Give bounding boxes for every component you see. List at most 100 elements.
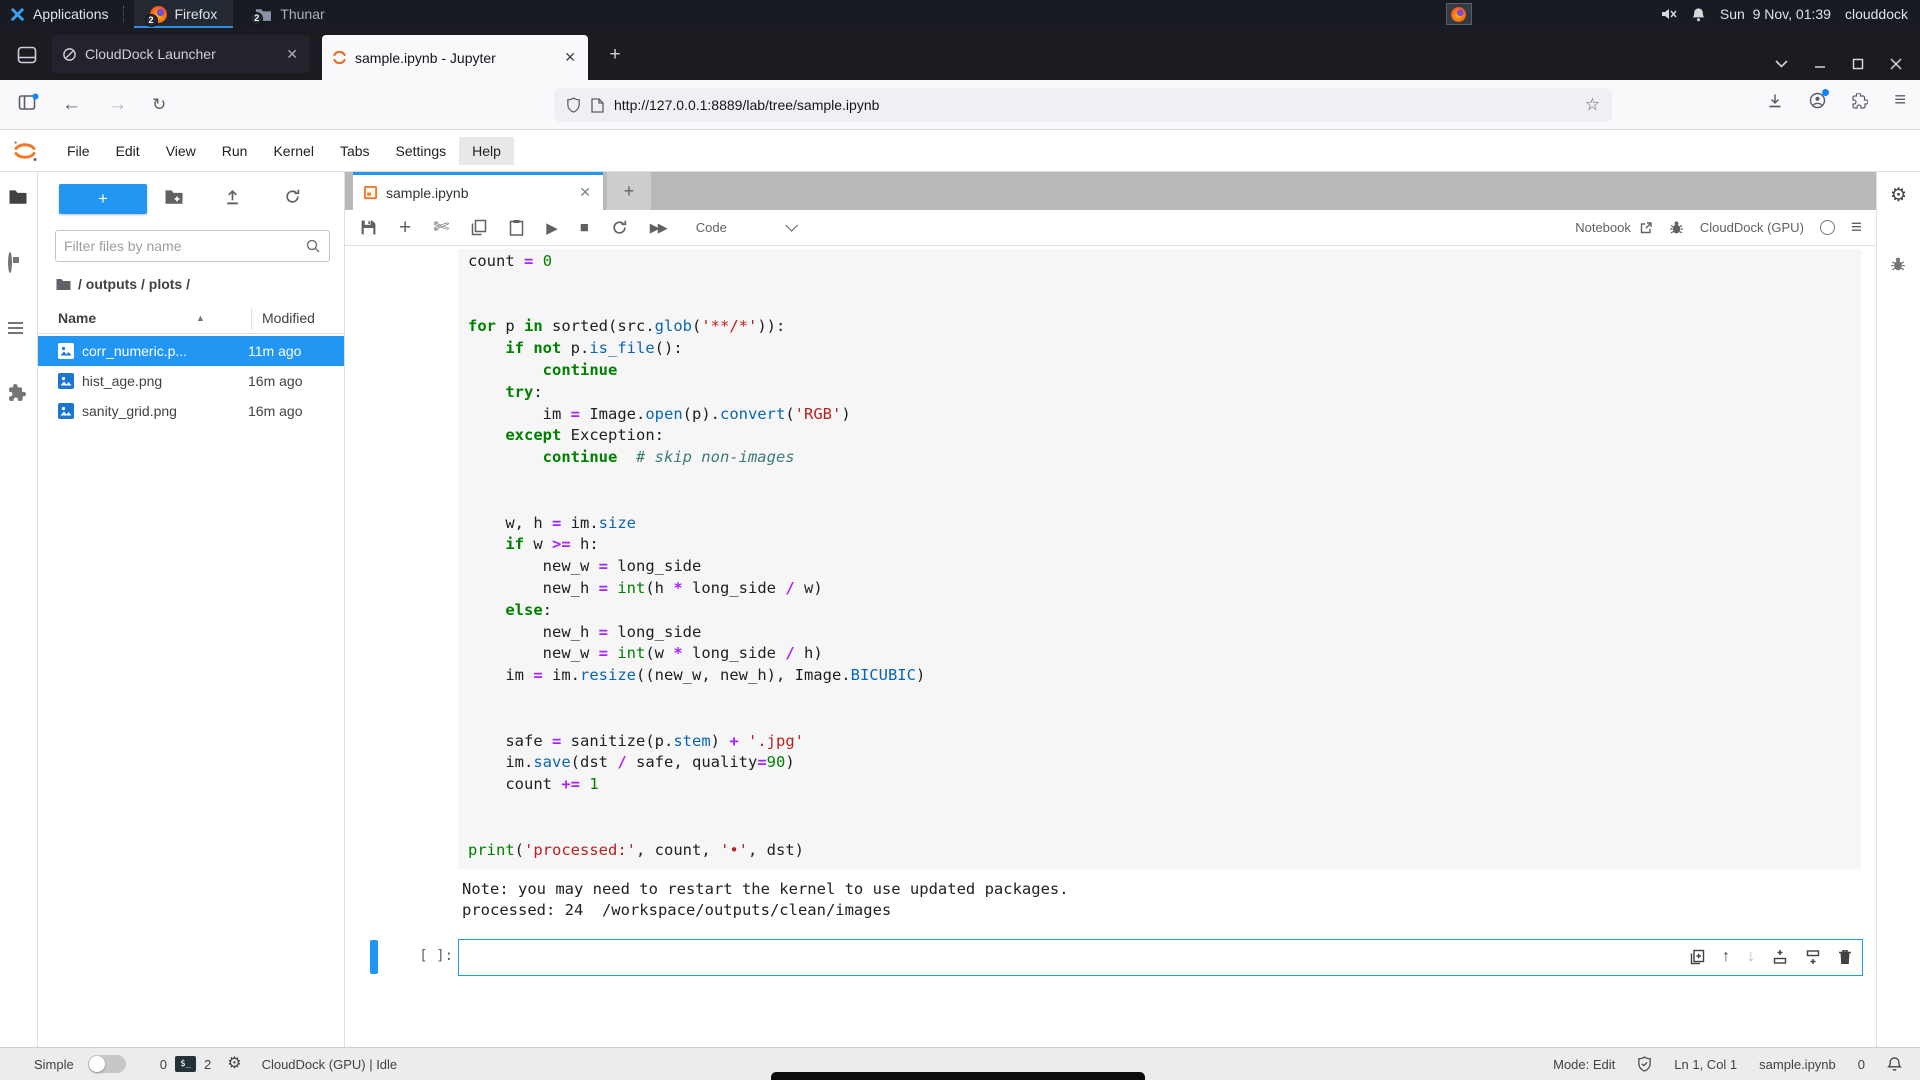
extension-manager-tab-icon[interactable] (8, 384, 26, 402)
table-of-contents-tab-icon[interactable] (8, 322, 23, 337)
restart-run-all-icon[interactable]: ▶▶ (650, 220, 666, 236)
external-link-icon[interactable] (1639, 221, 1653, 235)
list-tabs-chevron-icon[interactable] (1775, 60, 1788, 68)
notebook-mode-label[interactable]: Notebook (1575, 220, 1631, 235)
firefox-view-button[interactable] (10, 38, 44, 72)
notifications-bell-icon[interactable] (1691, 7, 1706, 22)
clock[interactable]: Sun 9 Nov, 01:39 (1720, 6, 1831, 22)
empty-cell-input[interactable]: ↑ ↓ (458, 939, 1863, 976)
running-kernels-tab-icon[interactable] (8, 254, 12, 272)
tab-clouddock-launcher[interactable]: CloudDock Launcher ✕ (52, 35, 310, 73)
kernel-count[interactable]: 2 (204, 1057, 211, 1072)
paste-cells-icon[interactable] (509, 219, 524, 236)
tray-firefox-icon[interactable] (1446, 3, 1472, 25)
terminal-count[interactable]: 0 (160, 1057, 167, 1072)
new-document-tab-button[interactable]: + (607, 172, 651, 210)
debugger-sidebar-icon[interactable] (1890, 256, 1906, 272)
shield-icon[interactable] (566, 97, 581, 113)
reload-button[interactable]: ↻ (152, 92, 166, 118)
menu-tabs[interactable]: Tabs (327, 137, 383, 165)
move-cell-down-icon[interactable]: ↓ (1747, 948, 1755, 966)
refresh-icon[interactable] (284, 188, 301, 205)
kernel-name[interactable]: CloudDock (GPU) (1700, 220, 1804, 235)
run-cell-icon[interactable]: ▶ (546, 219, 558, 237)
close-tab-icon[interactable]: ✕ (284, 46, 300, 63)
breadcrumb-path[interactable]: / outputs / plots / (78, 276, 190, 292)
delete-cell-icon[interactable] (1838, 949, 1852, 965)
column-modified[interactable]: Modified (262, 310, 315, 326)
close-tab-icon[interactable]: ✕ (577, 184, 593, 201)
insert-cell-above-icon[interactable] (1772, 949, 1788, 965)
window-close-button[interactable] (1890, 58, 1902, 70)
property-inspector-gear-icon[interactable]: ⚙ (1890, 188, 1907, 204)
menu-help[interactable]: Help (459, 137, 514, 165)
close-tab-icon[interactable]: ✕ (562, 49, 578, 66)
cell-type-select[interactable]: Code (696, 220, 794, 235)
notification-count[interactable]: 0 (1858, 1057, 1865, 1072)
column-name[interactable]: Name (58, 310, 96, 326)
terminal-icon: $_ (175, 1056, 196, 1072)
kernel-status-text[interactable]: CloudDock (GPU) | Idle (262, 1057, 398, 1072)
insert-cell-below-icon[interactable] (1805, 949, 1821, 965)
url-text[interactable]: http://127.0.0.1:8889/lab/tree/sample.ip… (614, 97, 1575, 113)
debugger-bug-icon[interactable] (1669, 220, 1684, 235)
file-list-header[interactable]: Name ▲ Modified (38, 306, 344, 334)
upload-icon[interactable] (224, 188, 241, 206)
simple-mode-toggle[interactable] (88, 1055, 126, 1073)
notebook-tab-sample[interactable]: sample.ipynb ✕ (353, 172, 603, 210)
new-launcher-button[interactable]: + (59, 184, 147, 214)
forward-button[interactable]: → (108, 92, 127, 118)
menu-kernel[interactable]: Kernel (260, 137, 326, 165)
filter-files-input[interactable] (64, 238, 305, 254)
filter-files-box[interactable] (55, 230, 330, 262)
url-bar[interactable]: http://127.0.0.1:8889/lab/tree/sample.ip… (554, 88, 1612, 122)
hidden-dock-hint (771, 1072, 1145, 1080)
kernel-status-icon[interactable] (1820, 220, 1835, 235)
extensions-puzzle-icon[interactable] (1852, 93, 1868, 109)
trusted-shield-icon[interactable] (1637, 1056, 1652, 1072)
menu-run[interactable]: Run (209, 137, 261, 165)
cut-cells-icon[interactable]: ✄ (433, 216, 449, 239)
file-row-corr-numeric[interactable]: corr_numeric.p... 11m ago (38, 336, 344, 366)
kernel-sessions-icon[interactable]: ⚙ (227, 1056, 241, 1072)
file-row-hist-age[interactable]: hist_age.png 16m ago (38, 366, 344, 396)
applications-menu[interactable]: Applications (0, 0, 123, 28)
insert-cell-icon[interactable]: + (399, 216, 411, 240)
menu-view[interactable]: View (153, 137, 209, 165)
file-browser-tab-icon[interactable] (8, 188, 28, 205)
menu-file[interactable]: File (54, 137, 103, 165)
new-folder-icon[interactable] (164, 188, 184, 205)
duplicate-cell-icon[interactable] (1690, 949, 1705, 965)
account-icon[interactable] (1809, 92, 1826, 109)
mode-indicator[interactable]: Mode: Edit (1553, 1057, 1615, 1072)
sort-ascending-icon[interactable]: ▲ (196, 313, 205, 323)
copy-cells-icon[interactable] (471, 219, 487, 236)
taskbar-firefox-button[interactable]: 2 Firefox (134, 0, 234, 28)
code-cell-editor[interactable]: count = 0 for p in sorted(src.glob('**/*… (458, 249, 1861, 869)
volume-muted-icon[interactable] (1661, 7, 1677, 21)
breadcrumb[interactable]: / outputs / plots / (55, 276, 190, 292)
file-row-sanity-grid[interactable]: sanity_grid.png 16m ago (38, 396, 344, 426)
window-maximize-button[interactable] (1852, 58, 1864, 70)
notifications-bell-icon[interactable] (1887, 1056, 1902, 1072)
menu-settings[interactable]: Settings (383, 137, 460, 165)
page-info-icon[interactable] (591, 98, 604, 113)
toolbar-overflow-icon[interactable]: ≡ (1851, 221, 1862, 235)
cursor-position[interactable]: Ln 1, Col 1 (1674, 1057, 1737, 1072)
tab-jupyter[interactable]: sample.ipynb - Jupyter ✕ (322, 35, 588, 80)
taskbar-thunar-button[interactable]: 2 Thunar (239, 0, 340, 28)
interrupt-kernel-icon[interactable]: ■ (580, 219, 589, 236)
cell-collapser[interactable] (370, 940, 378, 974)
bookmark-star-icon[interactable]: ☆ (1585, 95, 1600, 115)
window-minimize-button[interactable] (1814, 58, 1826, 70)
restart-kernel-icon[interactable] (611, 219, 628, 236)
sidebar-toggle-icon[interactable] (18, 93, 39, 112)
downloads-icon[interactable] (1767, 93, 1783, 109)
back-button[interactable]: ← (62, 92, 81, 118)
move-cell-up-icon[interactable]: ↑ (1722, 948, 1730, 966)
user-name[interactable]: clouddock (1845, 6, 1908, 22)
menu-hamburger-icon[interactable]: ≡ (1894, 92, 1906, 109)
new-tab-button[interactable]: + (600, 40, 630, 70)
menu-edit[interactable]: Edit (103, 137, 153, 165)
save-icon[interactable] (360, 219, 377, 236)
